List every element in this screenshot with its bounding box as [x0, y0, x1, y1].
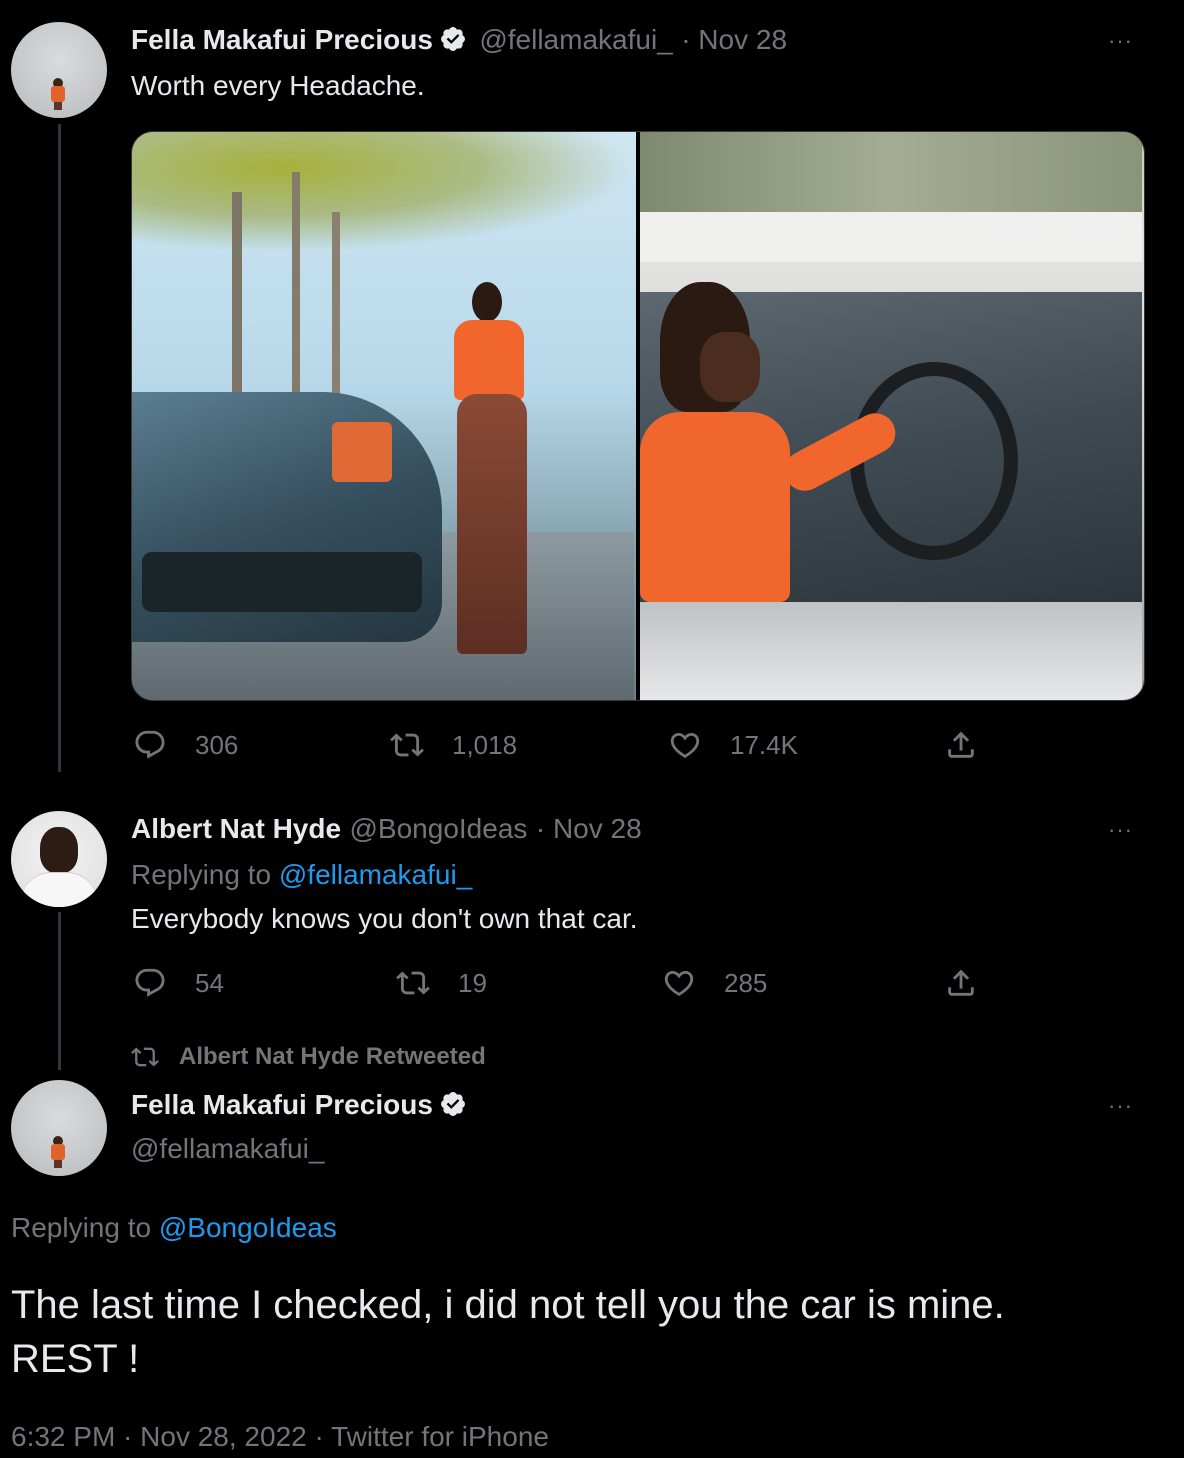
tweet-meta[interactable]: 6:32 PM · Nov 28, 2022 · Twitter for iPh… [11, 1421, 549, 1453]
tweet-text: The last time I checked, i did not tell … [11, 1278, 1171, 1386]
replying-to: Replying to @BongoIdeas [11, 1212, 337, 1244]
tweet-media[interactable] [131, 131, 1145, 701]
tweet-text-line: The last time I checked, i did not tell … [11, 1283, 1005, 1327]
like-count: 17.4K [730, 729, 798, 760]
like-count: 285 [724, 967, 768, 998]
reply-count: 54 [195, 967, 224, 998]
replying-to-link[interactable]: @fellamakafui_ [279, 859, 472, 890]
share-button[interactable] [944, 966, 978, 1000]
heart-icon [670, 732, 700, 758]
photo-woman-standing-by-sports-car[interactable] [132, 132, 636, 700]
thread-line [58, 912, 61, 1070]
replying-to-link[interactable]: @BongoIdeas [159, 1212, 337, 1243]
more-options-icon[interactable]: ··· [1108, 28, 1133, 54]
share-icon [948, 731, 974, 758]
author-handle[interactable]: @fellamakafui_ [131, 1133, 324, 1165]
verified-badge-icon [440, 27, 465, 51]
verified-badge-icon [440, 1092, 465, 1116]
avatar[interactable] [11, 22, 107, 118]
retweet-count: 19 [458, 967, 487, 998]
reply-icon [135, 968, 165, 997]
share-icon [948, 969, 974, 996]
tweet-header: Fella Makafui Precious @fellamakafui_ · … [131, 24, 787, 56]
tweet-date[interactable]: · Nov 28 [536, 813, 642, 844]
thread-line [58, 124, 61, 772]
photo-woman-in-convertible[interactable] [640, 132, 1144, 700]
tweet-header: Fella Makafui Precious [131, 1089, 467, 1121]
reply-button[interactable]: 54 [133, 966, 224, 1000]
more-options-icon[interactable]: ··· [1108, 817, 1133, 843]
retweet-button[interactable]: 19 [396, 966, 487, 1000]
share-button[interactable] [944, 728, 978, 762]
author-name[interactable]: Fella Makafui Precious [131, 1089, 433, 1120]
reply-count: 306 [195, 729, 239, 760]
like-button[interactable]: 285 [662, 966, 767, 1000]
replying-to: Replying to @fellamakafui_ [131, 859, 472, 891]
tweet-date[interactable]: · Nov 28 [681, 24, 787, 55]
heart-icon [664, 970, 694, 996]
reply-button[interactable]: 306 [133, 728, 238, 762]
replying-to-label: Replying to [131, 859, 272, 890]
like-button[interactable]: 17.4K [668, 728, 798, 762]
more-options-icon[interactable]: ··· [1108, 1093, 1133, 1119]
avatar[interactable] [11, 1080, 107, 1176]
tweet-text-line: REST ! [11, 1337, 140, 1381]
retweet-button[interactable]: 1,018 [390, 728, 517, 762]
author-name[interactable]: Fella Makafui Precious [131, 24, 433, 55]
tweet-header: Albert Nat Hyde @BongoIdeas · Nov 28 [131, 813, 642, 845]
avatar[interactable] [11, 811, 107, 907]
tweet-text: Worth every Headache. [131, 70, 425, 101]
retweet-count: 1,018 [452, 729, 518, 760]
tweet-text: Everybody knows you don't own that car. [131, 903, 638, 934]
author-name[interactable]: Albert Nat Hyde [131, 813, 341, 844]
author-handle[interactable]: @fellamakafui_ [479, 24, 672, 55]
replying-to-label: Replying to [11, 1212, 152, 1243]
reply-icon [135, 730, 165, 759]
retweet-icon [390, 733, 424, 757]
retweet-icon [396, 971, 430, 995]
retweet-banner-text: Albert Nat Hyde Retweeted [179, 1043, 486, 1070]
retweet-banner[interactable]: Albert Nat Hyde Retweeted [131, 1043, 486, 1071]
retweet-icon [131, 1047, 159, 1067]
author-handle[interactable]: @BongoIdeas [350, 813, 528, 844]
